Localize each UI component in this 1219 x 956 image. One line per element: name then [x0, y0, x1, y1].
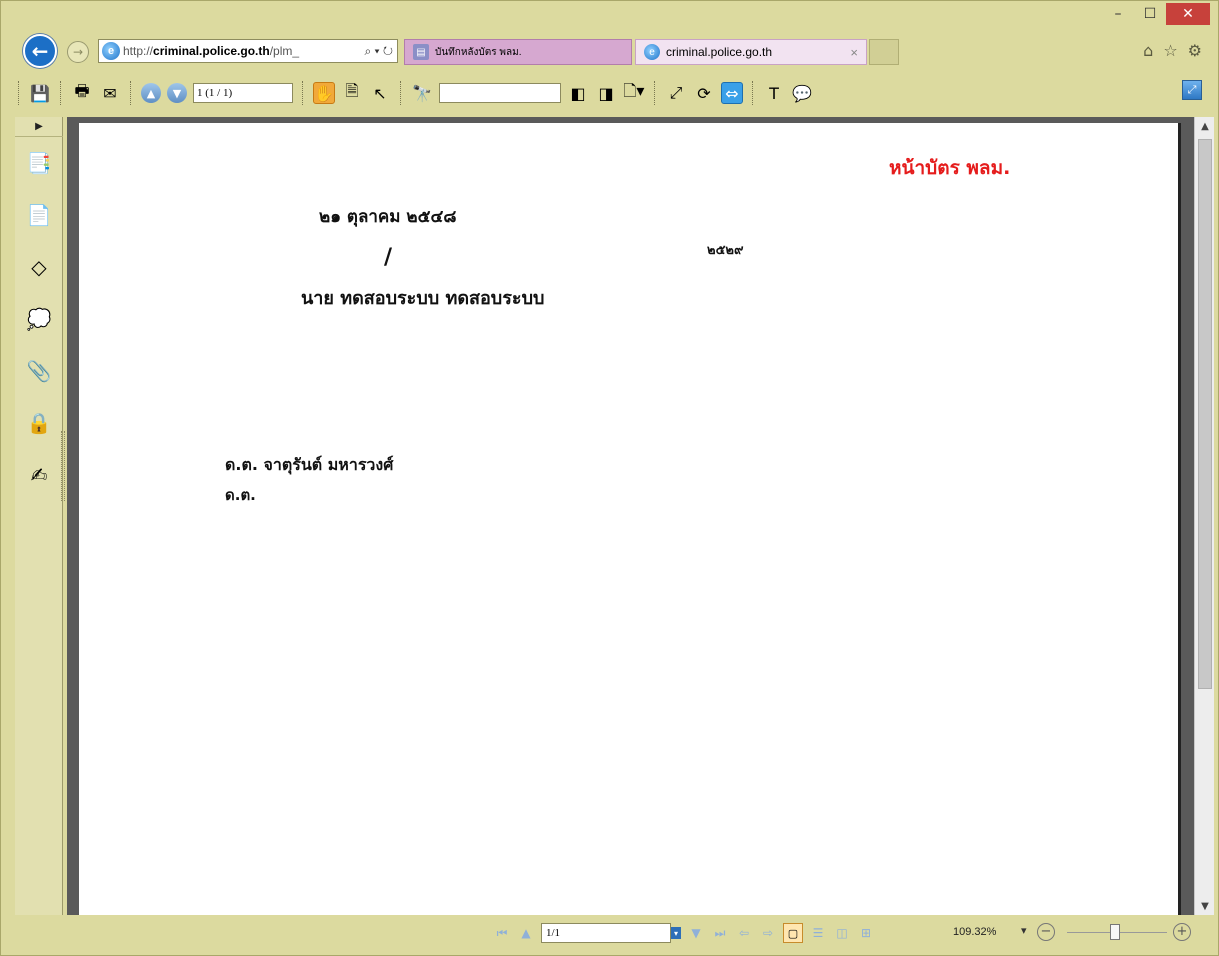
navigation-panel: ▶ 📑 📄 ◇ 💭 📎 🔒 ✍ [15, 117, 63, 915]
email-icon[interactable]: ✉ [99, 82, 121, 104]
fullscreen-expand-icon[interactable]: ⤢ [1182, 80, 1202, 100]
new-tab-button[interactable] [869, 39, 899, 65]
scroll-up-icon[interactable]: ▲ [1195, 117, 1215, 135]
go-back-view-icon[interactable]: ⇦ [735, 924, 753, 942]
next-page-icon[interactable]: ▼ [167, 83, 187, 103]
signer-rank: ด.ต. [225, 486, 256, 504]
minimize-button[interactable]: – [1102, 3, 1134, 25]
browser-window: – ☐ ✕ ← → e http://criminal.police.go.th… [0, 0, 1219, 956]
comment-note-icon[interactable]: 💬 [791, 82, 813, 104]
rotate-icon[interactable]: ⟳ [693, 82, 715, 104]
ie-tab-icon: e [644, 44, 660, 60]
arrow-left-icon: ← [31, 39, 49, 63]
address-url[interactable]: http://criminal.police.go.th/plm_ [123, 44, 313, 58]
document-tab-icon: ▤ [413, 44, 429, 60]
tab-close-icon[interactable]: × [850, 45, 858, 60]
page-dropdown-icon[interactable]: ▾ [671, 927, 681, 939]
single-page-view-icon[interactable]: ▢ [783, 923, 803, 943]
maximize-button[interactable]: ☐ [1134, 3, 1166, 25]
fit-page-icon[interactable]: ⤢ [665, 82, 687, 104]
page-options-icon[interactable]: 🗋▾ [623, 81, 645, 104]
toolbar-grip [18, 81, 20, 105]
zoom-out-icon[interactable]: − [1037, 923, 1055, 941]
tab-criminal-police[interactable]: e criminal.police.go.th × [635, 39, 867, 65]
toolbar-separator [752, 81, 754, 105]
vertical-scrollbar[interactable]: ▲ ▼ [1194, 117, 1214, 915]
home-icon[interactable]: ⌂ [1143, 41, 1153, 60]
signatures-icon[interactable]: ✍ [15, 449, 63, 501]
find-previous-icon[interactable]: ◧ [567, 82, 589, 104]
person-name: นาย ทดสอบระบบ ทดสอบระบบ [301, 288, 545, 309]
zoom-slider-thumb[interactable] [1110, 924, 1120, 940]
toolbar-separator [60, 81, 62, 105]
save-disk-icon[interactable]: 💾 [29, 82, 51, 104]
favorites-star-icon[interactable]: ☆ [1163, 41, 1177, 60]
text-select-icon[interactable]: 🗎 [341, 81, 363, 104]
window-controls: – ☐ ✕ [1102, 3, 1210, 25]
comments-icon[interactable]: 💭 [15, 293, 63, 345]
scroll-down-icon[interactable]: ▼ [1195, 897, 1215, 915]
continuous-facing-view-icon[interactable]: ⊞ [857, 924, 875, 942]
zoom-in-icon[interactable]: + [1173, 923, 1191, 941]
zoom-dropdown-icon[interactable]: ▾ [1021, 924, 1027, 937]
tab-memo[interactable]: ▤ บันทึกหลังบัตร พลม. [404, 39, 632, 65]
close-window-button[interactable]: ✕ [1166, 3, 1210, 25]
attachments-paperclip-icon[interactable]: 📎 [15, 345, 63, 397]
continuous-view-icon[interactable]: ☰ [809, 924, 827, 942]
document-viewport: หน้าบัตร พลม. ๒๑ ตุลาคม ๒๕๔๘ ๒๕๒๙ / นาย … [67, 117, 1194, 915]
page-navigation-group: ⏮ ▲ 1/1 ▾ ▼ ⏭ ⇦ ⇨ ▢ ☰ ◫ ⊞ [493, 923, 875, 943]
pdf-status-bar: ⏮ ▲ 1/1 ▾ ▼ ⏭ ⇦ ⇨ ▢ ☰ ◫ ⊞ 109.32% ▾ − + [15, 915, 1210, 951]
last-page-icon[interactable]: ⏭ [711, 924, 729, 942]
tab-label: criminal.police.go.th [666, 45, 773, 59]
pdf-page: หน้าบัตร พลม. ๒๑ ตุลาคม ๒๕๔๘ ๒๕๒๙ / นาย … [79, 123, 1181, 915]
toolbar-separator [400, 81, 402, 105]
page-thumbnails-icon[interactable]: 📑 [15, 137, 63, 189]
print-icon[interactable]: 🖶 [71, 81, 93, 104]
navigation-bar: ← → e http://criminal.police.go.th/plm_ … [1, 31, 1218, 68]
status-page-field[interactable]: 1/1 [541, 923, 671, 943]
ie-page-icon: e [102, 42, 120, 60]
toolbar-separator [654, 81, 656, 105]
address-actions-icons[interactable]: ⌕ ▾ ↻ [364, 44, 393, 59]
pdf-toolbar: 💾 🖶 ✉ ▲ ▼ 1 (1 / 1) ✋ 🗎 ↖ 🔭 ◧ ◨ 🗋▾ ⤢ ⟳ ⇔… [15, 75, 1210, 111]
browser-right-icons: ⌂ ☆ ⚙ [1143, 41, 1202, 60]
arrow-right-icon: → [72, 45, 84, 59]
toolbar-separator [130, 81, 132, 105]
panel-resize-grip[interactable] [61, 431, 65, 501]
zoom-level[interactable]: 109.32% [953, 926, 996, 938]
first-page-icon[interactable]: ⏮ [493, 924, 511, 942]
document-slash: / [384, 245, 393, 270]
previous-page-icon[interactable]: ▲ [517, 924, 535, 942]
text-tool-icon[interactable]: T [763, 82, 785, 104]
page-number-field[interactable]: 1 (1 / 1) [193, 83, 293, 103]
forward-button[interactable]: → [67, 41, 89, 63]
toolbar-separator [302, 81, 304, 105]
fit-width-icon[interactable]: ⇔ [721, 82, 743, 104]
next-page-icon[interactable]: ▼ [687, 924, 705, 942]
pointer-select-icon[interactable]: ↖ [369, 82, 391, 104]
settings-gear-icon[interactable]: ⚙ [1188, 41, 1202, 60]
scroll-thumb[interactable] [1198, 139, 1212, 689]
document-number: ๒๕๒๙ [707, 243, 744, 258]
document-date: ๒๑ ตุลาคม ๒๕๔๘ [319, 207, 457, 227]
find-input[interactable] [439, 83, 561, 103]
layers-icon[interactable]: ◇ [15, 241, 63, 293]
address-bar[interactable]: e http://criminal.police.go.th/plm_ ⌕ ▾ … [98, 39, 398, 63]
panel-expand-arrow-icon[interactable]: ▶ [15, 117, 63, 137]
go-forward-view-icon[interactable]: ⇨ [759, 924, 777, 942]
hand-tool-icon[interactable]: ✋ [313, 82, 335, 104]
security-lock-icon[interactable]: 🔒 [15, 397, 63, 449]
tab-label: บันทึกหลังบัตร พลม. [435, 46, 522, 58]
find-next-icon[interactable]: ◨ [595, 82, 617, 104]
signer-name: ด.ต. จาตุรันต์ มหารวงศ์ [225, 455, 394, 474]
facing-view-icon[interactable]: ◫ [833, 924, 851, 942]
document-stamp: หน้าบัตร พลม. [889, 157, 1011, 179]
bookmarks-icon[interactable]: 📄 [15, 189, 63, 241]
previous-page-icon[interactable]: ▲ [141, 83, 161, 103]
binoculars-find-icon[interactable]: 🔭 [411, 82, 433, 104]
back-button[interactable]: ← [23, 34, 57, 68]
